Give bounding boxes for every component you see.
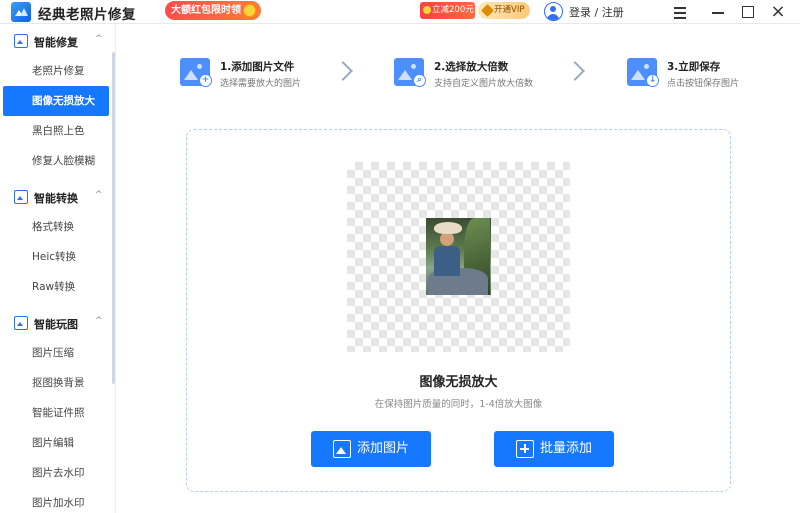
avatar-icon[interactable] [544, 2, 563, 21]
step-desc: 支持自定义图片放大倍数 [434, 79, 534, 89]
sidebar-item-compress[interactable]: 图片压缩 [0, 338, 112, 368]
title-bar: 经典老照片修复 大额红包限时领 立减200元 开通VIP 登录 / 注册 × [0, 0, 800, 24]
sidebar-item-lossless-upscale[interactable]: 图像无损放大 [3, 86, 109, 116]
add-image-label: 添加图片 [357, 441, 410, 456]
minimize-icon[interactable] [708, 2, 728, 22]
sidebar-item-old-photo-repair[interactable]: 老照片修复 [0, 56, 112, 86]
magnifier-icon: ⌕ [413, 74, 426, 87]
plus-square-icon [516, 440, 534, 458]
sidebar-item-format-convert[interactable]: 格式转换 [0, 212, 112, 242]
menu-icon[interactable] [670, 2, 690, 22]
sidebar-item-image-edit[interactable]: 图片编辑 [0, 428, 112, 458]
chevron-right-icon [568, 60, 582, 84]
coupon-coin-icon [423, 6, 431, 14]
chevron-up-icon[interactable]: ^ [95, 34, 103, 44]
step-title: 3.立即保存 [667, 61, 721, 73]
image-play-icon [14, 316, 28, 330]
batch-add-button[interactable]: 批量添加 [494, 431, 614, 467]
step-desc: 选择需要放大的图片 [220, 79, 302, 89]
image-repair-icon [14, 34, 28, 48]
sidebar-item-colorize[interactable]: 黑白照上色 [0, 116, 112, 146]
group-title: 智能玩图 [34, 318, 78, 331]
sidebar-scrollbar[interactable] [112, 52, 115, 384]
sidebar-item-add-watermark[interactable]: 图片加水印 [0, 488, 112, 513]
group-smart-convert[interactable]: 智能转换 ^ [0, 182, 112, 212]
chevron-right-icon [336, 60, 350, 84]
page-subtitle: 在保持图片质量的同时，1-4倍放大图像 [374, 399, 543, 410]
coupon-text: 立减200元 [432, 5, 474, 15]
coupon-badge[interactable]: 立减200元 [420, 2, 475, 19]
convert-icon [14, 190, 28, 204]
batch-add-label: 批量添加 [540, 441, 593, 456]
sidebar-item-face-deblur[interactable]: 修复人脸模糊 [0, 146, 112, 176]
sidebar: 智能修复 ^ 老照片修复 图像无损放大 黑白照上色 修复人脸模糊 智能转换 ^ … [0, 24, 116, 513]
sidebar-item-remove-watermark[interactable]: 图片去水印 [0, 458, 112, 488]
chevron-up-icon[interactable]: ^ [95, 316, 103, 326]
step-title: 2.选择放大倍数 [434, 61, 509, 73]
add-image-button[interactable]: 添加图片 [311, 431, 431, 467]
sidebar-item-raw-convert[interactable]: Raw转换 [0, 272, 112, 302]
coin-icon [243, 4, 256, 17]
app-logo-icon [11, 2, 31, 22]
group-title: 智能修复 [34, 36, 78, 49]
close-icon[interactable]: × [768, 2, 788, 22]
vip-text: 开通VIP [494, 5, 525, 15]
app-title: 经典老照片修复 [38, 7, 136, 23]
vip-button[interactable]: 开通VIP [478, 2, 530, 19]
add-image-icon [333, 440, 351, 458]
diamond-icon [481, 4, 494, 17]
step-title: 1.添加图片文件 [220, 61, 295, 73]
maximize-icon[interactable] [738, 2, 758, 22]
group-smart-repair[interactable]: 智能修复 ^ [0, 26, 112, 56]
step-desc: 点击按钮保存图片 [667, 79, 740, 89]
login-register-link[interactable]: 登录 / 注册 [569, 4, 624, 20]
plus-icon: + [199, 74, 212, 87]
promo-banner[interactable]: 大额红包限时领 [165, 1, 261, 20]
promo-text: 大额红包限时领 [171, 5, 241, 16]
group-smart-play[interactable]: 智能玩图 ^ [0, 308, 112, 338]
group-title: 智能转换 [34, 192, 78, 205]
download-icon: ↓ [646, 74, 659, 87]
page-title: 图像无损放大 [419, 375, 498, 390]
chevron-up-icon[interactable]: ^ [95, 190, 103, 200]
sidebar-item-heic-convert[interactable]: Heic转换 [0, 242, 112, 272]
sample-photo [426, 218, 491, 295]
